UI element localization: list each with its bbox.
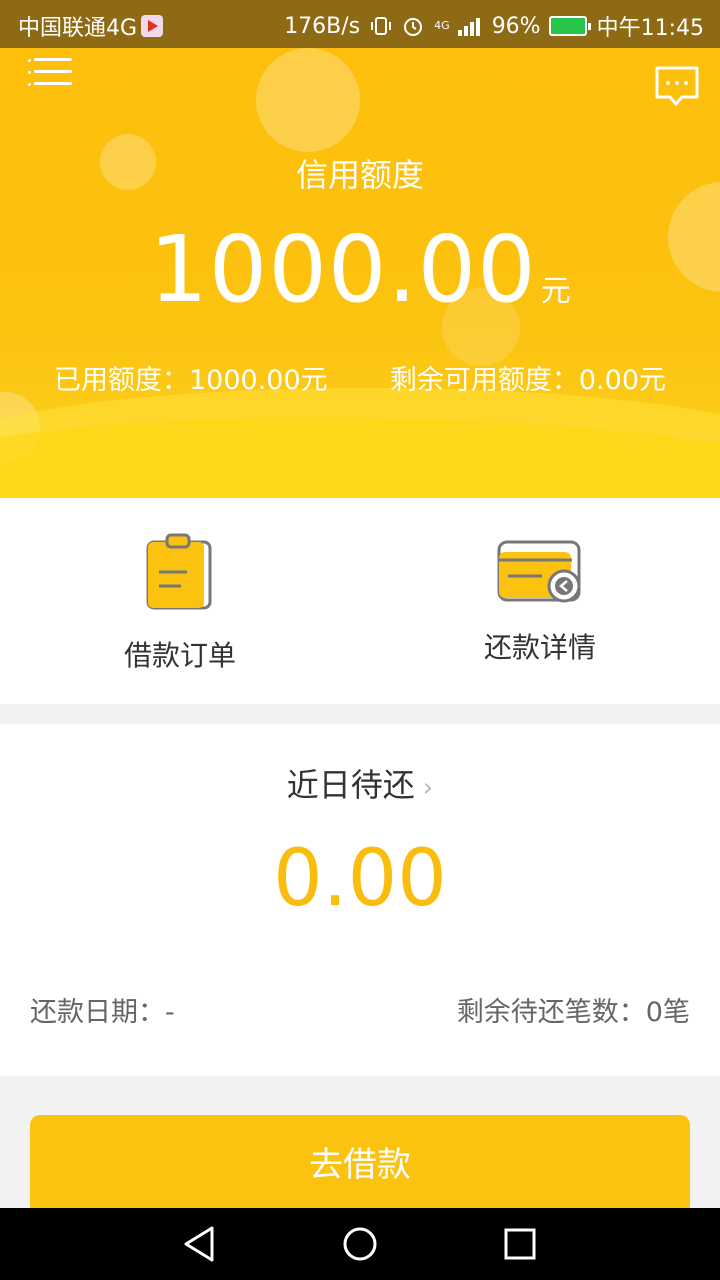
credit-label: 信用额度	[295, 156, 424, 194]
quick-actions: 借款订单 还款详情	[0, 498, 720, 704]
battery-icon	[548, 16, 591, 36]
status-bar-left: 中国联通4G	[18, 10, 164, 42]
borrow-button-label: 去借款	[309, 1144, 411, 1185]
menu-icon[interactable]	[28, 58, 74, 92]
chevron-right-icon: ›	[422, 773, 434, 803]
credit-amount: 1000.00 元	[0, 216, 720, 323]
repayment-details-button[interactable]: 还款详情	[360, 498, 720, 704]
decor-bubble	[256, 48, 360, 152]
vibrate-icon	[370, 15, 392, 37]
back-icon[interactable]	[178, 1222, 222, 1266]
recent-repayment-title[interactable]: 近日待还 ›	[0, 760, 720, 806]
signal-icon	[457, 16, 482, 36]
network-speed: 176B/s	[284, 13, 361, 39]
loan-orders-button[interactable]: 借款订单	[0, 498, 360, 704]
used-credit: 已用额度：1000.00元	[54, 365, 328, 396]
repayment-details-label: 还款详情	[483, 631, 596, 664]
credit-amount-unit: 元	[540, 274, 571, 309]
repayment-date: 还款日期：-	[30, 997, 175, 1028]
network-type: 4G	[434, 19, 450, 32]
recent-repayment-amount: 0.00	[273, 834, 447, 924]
clock-text: 中午11:45	[596, 16, 704, 41]
card-return-icon	[496, 538, 586, 612]
credit-amount-value: 1000.00	[149, 216, 537, 323]
status-bar: 中国联通4G 176B/s 4G 96% 中午11:45	[0, 0, 720, 48]
battery-percent: 96%	[491, 13, 541, 39]
system-nav-bar	[0, 1208, 720, 1280]
remaining-count: 剩余待还笔数：0笔	[456, 997, 690, 1028]
carrier-text: 中国联通4G	[18, 16, 138, 41]
clipboard-icon	[145, 532, 215, 616]
video-app-icon	[141, 15, 164, 37]
home-icon[interactable]	[338, 1222, 382, 1266]
decor-wave	[0, 418, 720, 498]
recent-repayment-title-text: 近日待还	[286, 766, 415, 804]
recent-repayment-card: 近日待还 › 0.00 还款日期：- 剩余待还笔数：0笔	[0, 724, 720, 1076]
loan-orders-label: 借款订单	[123, 639, 236, 672]
recents-icon[interactable]	[498, 1222, 542, 1266]
remaining-credit: 剩余可用额度：0.00元	[389, 365, 666, 396]
credit-header: 信用额度 1000.00 元 已用额度：1000.00元 剩余可用额度：0.00元	[0, 48, 720, 498]
status-bar-right: 176B/s 4G 96% 中午11:45	[274, 10, 704, 42]
alarm-icon	[402, 15, 424, 37]
borrow-button[interactable]: 去借款	[30, 1115, 690, 1223]
message-icon[interactable]	[654, 64, 700, 110]
